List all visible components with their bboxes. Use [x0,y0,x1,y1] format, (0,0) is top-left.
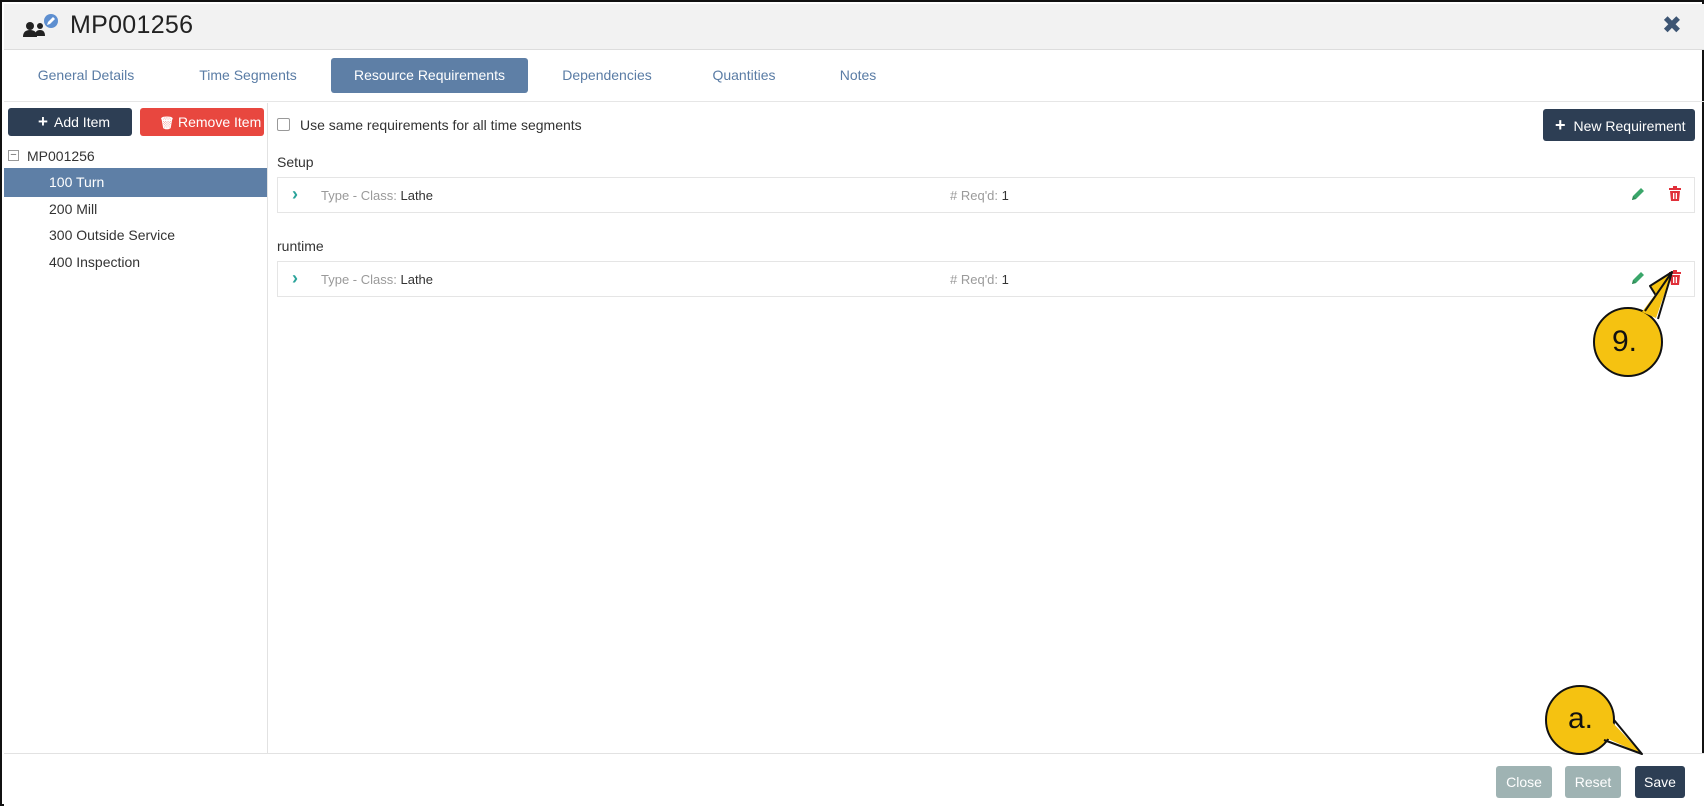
requirement-quantity: # Req'd: 1 [950,272,1009,287]
tab-time-segments[interactable]: Time Segments [182,58,314,93]
requirements-pane: Use same requirements for all time segme… [269,103,1704,753]
dialog-header: MP001256 ✖ [4,4,1704,50]
requirement-quantity: # Req'd: 1 [950,188,1009,203]
chevron-right-icon[interactable]: › [292,184,298,205]
tab-notes[interactable]: Notes [824,58,892,93]
qty-value: 1 [1001,272,1009,287]
tab-bar: General Details Time Segments Resource R… [4,50,1704,102]
requirement-row[interactable]: › Type - Class: Lathe # Req'd: 1 [277,177,1695,213]
requirement-type: Type - Class: Lathe [321,272,433,287]
type-class-key: Type - Class: [321,188,397,203]
tree-item-100-turn[interactable]: 100 Turn [4,168,267,197]
remove-item-button[interactable]: 🗑 Remove Item [140,108,264,136]
close-button[interactable]: Close [1496,766,1552,798]
tree-item-200-mill[interactable]: 200 Mill [4,195,267,224]
callout-9-label: 9. [1612,325,1638,358]
dialog-window: MP001256 ✖ General Details Time Segments… [0,0,1704,806]
new-requirement-button[interactable]: + New Requirement [1543,109,1695,141]
collapse-icon[interactable]: − [8,150,19,162]
save-button[interactable]: Save [1635,766,1685,798]
requirement-type: Type - Class: Lathe [321,188,433,203]
tree-item-300-outside-service[interactable]: 300 Outside Service [4,221,267,250]
item-tree-pane: + Add Item 🗑 Remove Item − MP001256 100 Tur… [4,103,268,753]
remove-item-label: Remove Item [178,114,262,130]
trash-icon: 🗑 [159,116,175,130]
type-class-value: Lathe [400,272,434,287]
new-requirement-label: New Requirement [1573,118,1686,134]
add-item-label: Add Item [54,114,111,130]
tab-general-details[interactable]: General Details [22,58,150,93]
reset-button[interactable]: Reset [1565,766,1621,798]
qty-value: 1 [1001,188,1009,203]
same-requirements-checkbox[interactable] [277,118,290,132]
resource-edit-icon [23,14,58,37]
segment-label-setup: Setup [277,154,314,170]
tab-dependencies[interactable]: Dependencies [554,58,660,93]
qty-key: # Req'd: [950,188,999,203]
callout-a-label: a. [1568,702,1594,735]
chevron-right-icon[interactable]: › [292,268,298,289]
type-class-key: Type - Class: [321,272,397,287]
dialog-footer: Close Reset Save [4,753,1704,806]
callout-a-marker [1545,685,1643,755]
tree-item-400-inspection[interactable]: 400 Inspection [4,248,267,277]
requirement-row[interactable]: › Type - Class: Lathe # Req'd: 1 [277,261,1695,297]
add-item-button[interactable]: + Add Item [8,108,132,136]
segment-label-runtime: runtime [277,238,324,254]
callout-9-marker [1593,271,1673,377]
tab-quantities[interactable]: Quantities [694,58,794,93]
trash-icon[interactable] [1667,185,1683,203]
page-title: MP001256 [70,11,194,39]
plus-icon: + [1555,115,1566,135]
pencil-icon[interactable] [1629,185,1647,203]
plus-icon: + [38,112,48,131]
qty-key: # Req'd: [950,272,999,287]
close-icon[interactable]: ✖ [1662,13,1682,39]
type-class-value: Lathe [400,188,434,203]
tab-resource-requirements[interactable]: Resource Requirements [331,58,528,93]
tree-root[interactable]: − MP001256 [8,145,95,167]
same-requirements-label: Use same requirements for all time segme… [300,117,582,133]
tree-root-label: MP001256 [27,148,95,164]
same-requirements-option[interactable]: Use same requirements for all time segme… [277,117,582,133]
